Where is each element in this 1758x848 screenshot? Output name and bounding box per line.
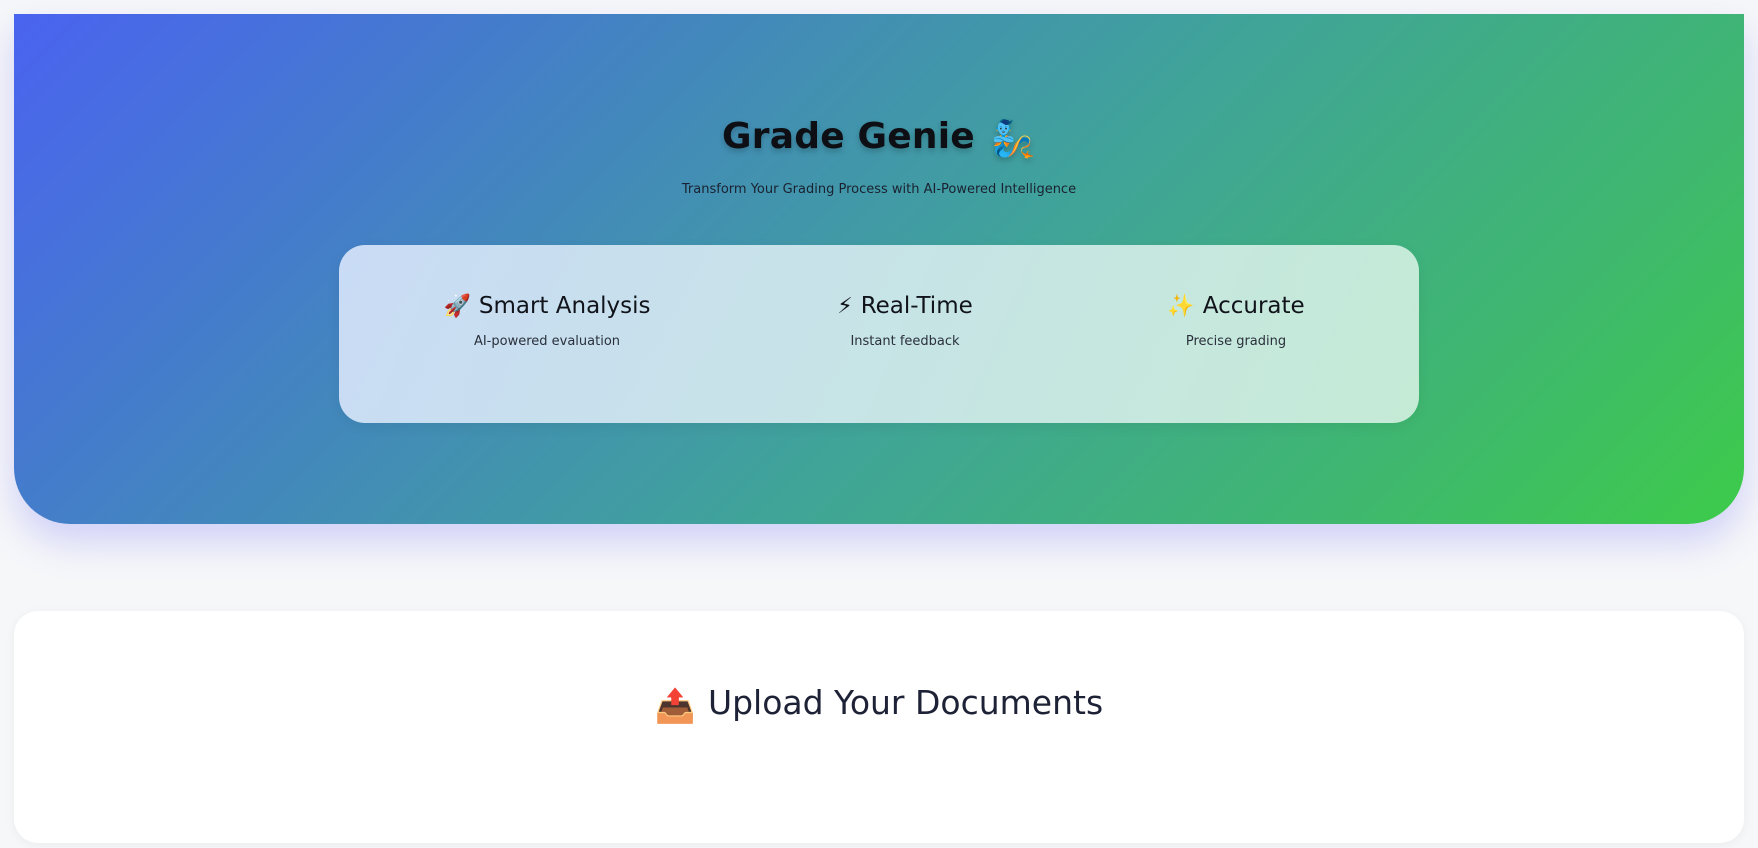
upload-heading: 📤 Upload Your Documents (14, 683, 1744, 726)
lightning-icon: ⚡ (837, 294, 853, 319)
rocket-icon: 🚀 (443, 294, 471, 319)
feature-title-text: Smart Analysis (478, 293, 651, 319)
features-panel: 🚀 Smart Analysis AI-powered evaluation ⚡ R… (339, 245, 1419, 423)
feature-title-text: Accurate (1202, 293, 1305, 319)
hero-banner: Grade Genie 🧞 Transform Your Grading Proc… (14, 14, 1744, 524)
feature-description: AI-powered evaluation (473, 334, 621, 349)
feature-title: ✨ Accurate (1167, 293, 1304, 319)
app-title: Grade Genie 🧞 (14, 116, 1744, 160)
feature-smart-analysis: 🚀 Smart Analysis AI-powered evaluation (443, 293, 650, 349)
outbox-tray-icon: 📤 (654, 686, 696, 725)
app-subtitle: Transform Your Grading Process with AI-P… (681, 182, 1077, 197)
feature-title-text: Real-Time (860, 293, 973, 319)
upload-heading-text: Upload Your Documents (707, 683, 1104, 722)
feature-description: Instant feedback (850, 334, 960, 349)
app-title-text: Grade Genie (722, 116, 975, 157)
feature-title: ⚡ Real-Time (837, 293, 973, 319)
feature-title: 🚀 Smart Analysis (443, 293, 650, 319)
feature-accurate: ✨ Accurate Precise grading (1167, 293, 1304, 349)
genie-icon: 🧞 (990, 119, 1036, 160)
sparkles-icon: ✨ (1167, 294, 1195, 319)
feature-description: Precise grading (1185, 334, 1287, 349)
upload-section: 📤 Upload Your Documents (14, 611, 1744, 843)
feature-real-time: ⚡ Real-Time Instant feedback (837, 293, 973, 349)
